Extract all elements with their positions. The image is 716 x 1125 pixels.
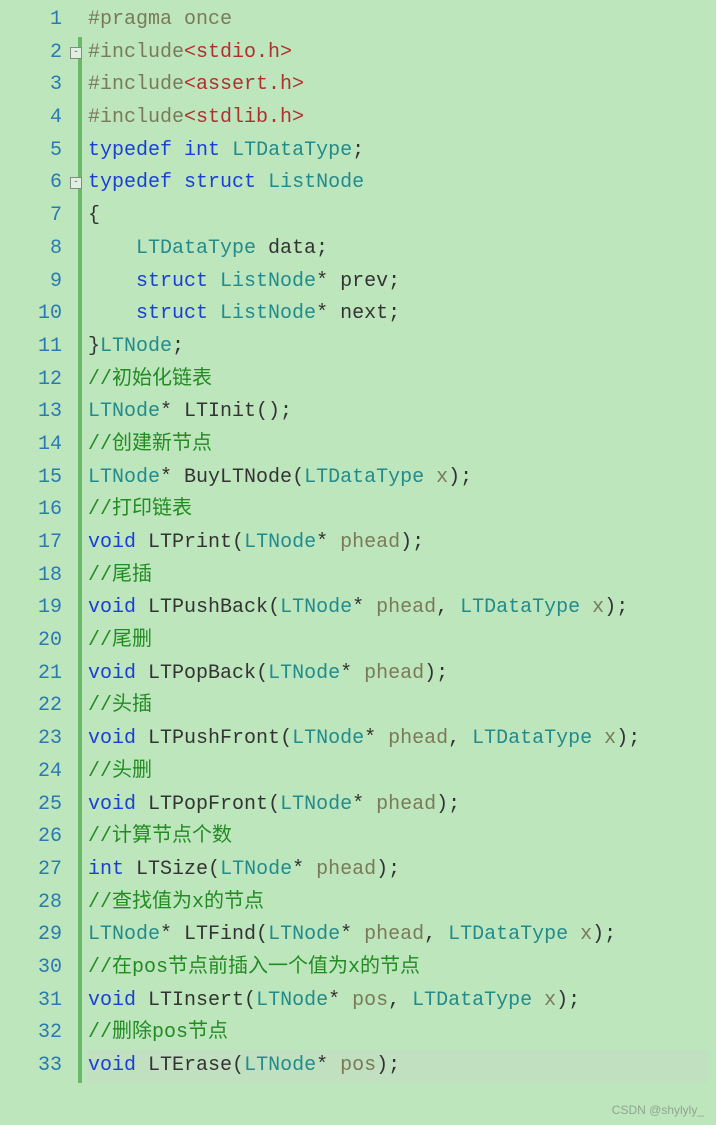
code-line: //创建新节点 <box>88 429 716 462</box>
code-line: #pragma once <box>88 4 716 37</box>
line-number: 12 <box>0 364 78 397</box>
line-number: 7 <box>0 200 78 233</box>
line-number: 8 <box>0 233 78 266</box>
line-number: 33 <box>0 1050 78 1083</box>
line-number: 2 <box>0 37 78 70</box>
code-line: LTNode* BuyLTNode(LTDataType x); <box>88 462 716 495</box>
line-number: 11 <box>0 331 78 364</box>
line-number: 28 <box>0 887 78 920</box>
code-line: #include<assert.h> <box>88 69 716 102</box>
line-number: 23 <box>0 723 78 756</box>
line-number: 10 <box>0 298 78 331</box>
line-number: 26 <box>0 821 78 854</box>
code-line: LTDataType data; <box>88 233 716 266</box>
code-line: //初始化链表 <box>88 364 716 397</box>
code-line: -typedef struct ListNode <box>88 167 716 200</box>
code-line: void LTPrint(LTNode* phead); <box>88 527 716 560</box>
code-line: LTNode* LTInit(); <box>88 396 716 429</box>
line-number: 31 <box>0 985 78 1018</box>
line-number: 17 <box>0 527 78 560</box>
code-line: void LTPushFront(LTNode* phead, LTDataTy… <box>88 723 716 756</box>
code-line: { <box>88 200 716 233</box>
code-line: //在pos节点前插入一个值为x的节点 <box>88 952 716 985</box>
line-number: 1 <box>0 4 78 37</box>
line-number: 6 <box>0 167 78 200</box>
line-number: 9 <box>0 266 78 299</box>
code-line: //头删 <box>88 756 716 789</box>
watermark-text: CSDN @shylyly_ <box>612 1103 704 1117</box>
line-number: 4 <box>0 102 78 135</box>
code-line: LTNode* LTFind(LTNode* phead, LTDataType… <box>88 919 716 952</box>
code-line: //查找值为x的节点 <box>88 887 716 920</box>
line-number: 5 <box>0 135 78 168</box>
code-line: #include<stdlib.h> <box>88 102 716 135</box>
fold-icon[interactable]: - <box>70 177 82 189</box>
line-number: 15 <box>0 462 78 495</box>
code-line: void LTPopBack(LTNode* phead); <box>88 658 716 691</box>
code-line-highlighted: void LTErase(LTNode* pos); <box>88 1050 716 1083</box>
code-line: //尾插 <box>88 560 716 593</box>
code-line: -#include<stdio.h> <box>88 37 716 70</box>
line-number: 29 <box>0 919 78 952</box>
code-line: typedef int LTDataType; <box>88 135 716 168</box>
line-number: 27 <box>0 854 78 887</box>
line-number: 16 <box>0 494 78 527</box>
code-line: }LTNode; <box>88 331 716 364</box>
code-line: struct ListNode* next; <box>88 298 716 331</box>
code-area[interactable]: #pragma once -#include<stdio.h> #include… <box>82 4 716 1083</box>
line-number: 13 <box>0 396 78 429</box>
code-line: //头插 <box>88 690 716 723</box>
code-editor: 1 2 3 4 5 6 7 8 9 10 11 12 13 14 15 16 1… <box>0 0 716 1083</box>
line-number: 24 <box>0 756 78 789</box>
line-number: 19 <box>0 592 78 625</box>
line-number: 25 <box>0 789 78 822</box>
code-line: int LTSize(LTNode* phead); <box>88 854 716 887</box>
code-line: //删除pos节点 <box>88 1017 716 1050</box>
code-line: //打印链表 <box>88 494 716 527</box>
line-number: 30 <box>0 952 78 985</box>
code-line: //尾删 <box>88 625 716 658</box>
code-line: void LTInsert(LTNode* pos, LTDataType x)… <box>88 985 716 1018</box>
line-number: 14 <box>0 429 78 462</box>
fold-icon[interactable]: - <box>70 47 82 59</box>
line-number: 22 <box>0 690 78 723</box>
line-number: 20 <box>0 625 78 658</box>
line-number: 3 <box>0 69 78 102</box>
code-line: void LTPushBack(LTNode* phead, LTDataTyp… <box>88 592 716 625</box>
line-number: 32 <box>0 1017 78 1050</box>
line-number: 18 <box>0 560 78 593</box>
line-number-gutter: 1 2 3 4 5 6 7 8 9 10 11 12 13 14 15 16 1… <box>0 4 78 1083</box>
code-line: struct ListNode* prev; <box>88 266 716 299</box>
strip-gap <box>78 4 82 37</box>
line-number: 21 <box>0 658 78 691</box>
code-line: //计算节点个数 <box>88 821 716 854</box>
code-line: void LTPopFront(LTNode* phead); <box>88 789 716 822</box>
